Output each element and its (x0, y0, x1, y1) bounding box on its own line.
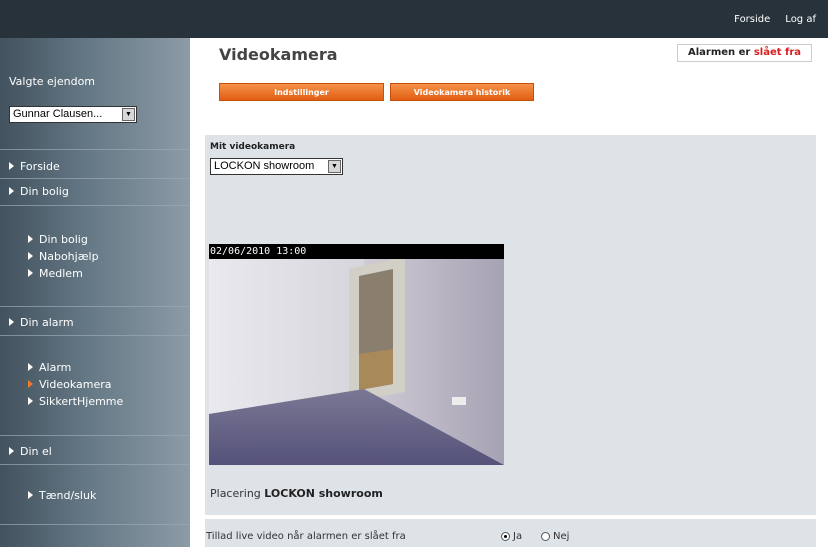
placement-value: LOCKON showroom (264, 487, 383, 500)
radio-no-label: Nej (553, 531, 570, 542)
divider (0, 524, 190, 525)
sidebar-subitem-videokamera[interactable]: Videokamera (28, 378, 111, 391)
divider (0, 205, 190, 206)
sidebar: Valgte ejendom Gunnar Clausen... ▼ Forsi… (0, 38, 190, 547)
sidebar-subitem-sikkerthjemme[interactable]: SikkertHjemme (28, 395, 123, 408)
sidebar-item-label: Medlem (39, 267, 83, 280)
arrow-right-icon (28, 234, 33, 243)
chevron-down-icon: ▼ (328, 160, 341, 173)
camera-label: Mit videokamera (210, 142, 296, 152)
sidebar-subitem-din-bolig[interactable]: Din bolig (28, 233, 88, 246)
arrow-right-icon (9, 446, 14, 455)
sidebar-subitem-alarm[interactable]: Alarm (28, 361, 71, 374)
property-select-value: Gunnar Clausen... (13, 108, 103, 120)
radio-yes-label: Ja (513, 531, 523, 542)
divider (0, 464, 190, 465)
sidebar-item-label: Nabohjælp (39, 250, 99, 263)
sidebar-item-forside[interactable]: Forside (9, 160, 60, 173)
divider (0, 178, 190, 179)
arrow-right-icon (28, 490, 33, 499)
sidebar-item-din-bolig[interactable]: Din bolig (9, 185, 69, 198)
top-link-forside[interactable]: Forside (734, 14, 770, 25)
sidebar-item-label: Din bolig (39, 233, 88, 246)
radio-unchecked-icon (541, 532, 550, 541)
sidebar-subitem-nabohjaelp[interactable]: Nabohjælp (28, 250, 99, 263)
placement-text: Placering LOCKON showroom (210, 487, 383, 500)
camera-select[interactable]: LOCKON showroom ▼ (210, 158, 343, 175)
sidebar-item-label: Alarm (39, 361, 72, 374)
arrow-right-icon (9, 186, 14, 195)
sidebar-item-label: Videokamera (39, 378, 112, 391)
arrow-right-icon (28, 268, 33, 277)
sidebar-subitem-taend-sluk[interactable]: Tænd/sluk (28, 489, 96, 502)
video-timestamp: 02/06/2010 13:00 (209, 244, 504, 259)
sidebar-item-din-alarm[interactable]: Din alarm (9, 316, 74, 329)
radio-no[interactable]: Nej (541, 531, 569, 542)
alarm-status-prefix: Alarmen er (687, 47, 751, 58)
divider (0, 335, 190, 336)
live-video-label: Tillad live video når alarmen er slået f… (206, 531, 406, 542)
alarm-status-badge: Alarmen er slået fra (677, 44, 812, 62)
radio-yes[interactable]: Ja (501, 531, 522, 542)
sidebar-item-label: Din alarm (20, 316, 74, 329)
sidebar-item-label: Din bolig (20, 185, 69, 198)
property-label: Valgte ejendom (9, 75, 96, 88)
arrow-right-icon (9, 317, 14, 326)
sidebar-item-din-el[interactable]: Din el (9, 445, 52, 458)
divider (0, 435, 190, 436)
radio-checked-icon (501, 532, 510, 541)
sidebar-item-label: Din el (20, 445, 52, 458)
page-title: Videokamera (219, 45, 338, 64)
arrow-right-icon (28, 362, 33, 371)
chevron-down-icon: ▼ (122, 108, 135, 121)
divider (0, 306, 190, 307)
camera-frame-image (209, 244, 504, 465)
camera-history-button[interactable]: Videokamera historik (390, 83, 534, 101)
top-links: Forside Log af (734, 14, 816, 25)
arrow-right-icon (28, 379, 33, 388)
arrow-right-icon (9, 161, 14, 170)
arrow-right-icon (28, 396, 33, 405)
camera-video-feed: 02/06/2010 13:00 (209, 244, 504, 465)
sidebar-subitem-medlem[interactable]: Medlem (28, 267, 83, 280)
sidebar-item-label: Tænd/sluk (39, 489, 97, 502)
top-link-logout[interactable]: Log af (785, 14, 816, 25)
sidebar-item-label: SikkertHjemme (39, 395, 124, 408)
placement-prefix: Placering (210, 487, 261, 500)
arrow-right-icon (28, 251, 33, 260)
alarm-status-value: slået fra (753, 47, 802, 58)
camera-select-value: LOCKON showroom (214, 160, 315, 172)
sidebar-item-label: Forside (20, 160, 60, 173)
settings-button[interactable]: Indstillinger (219, 83, 384, 101)
divider (0, 149, 190, 150)
property-select[interactable]: Gunnar Clausen... ▼ (9, 106, 137, 123)
top-bar: Forside Log af (0, 0, 828, 38)
